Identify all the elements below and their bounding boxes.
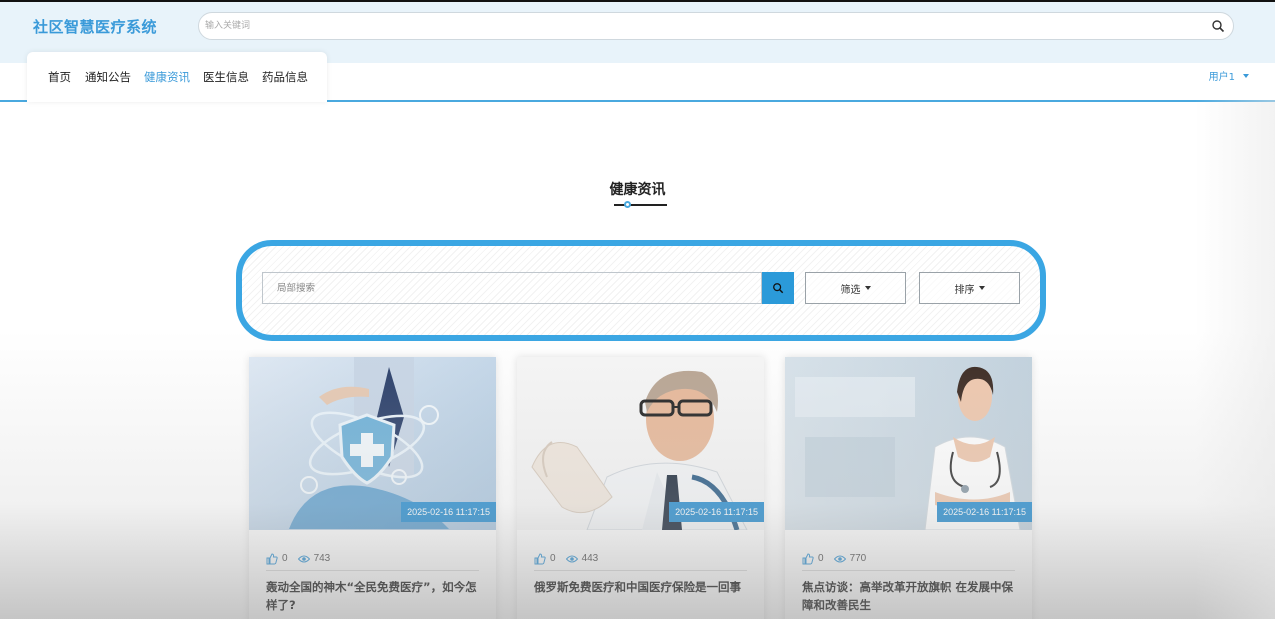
- nav-item-notices[interactable]: 通知公告: [85, 69, 131, 85]
- news-image[interactable]: 2025-02-16 11:17:15: [249, 357, 496, 530]
- sort-label: 排序: [954, 284, 975, 296]
- title-underline: [614, 204, 667, 206]
- filter-panel: 筛选 排序: [236, 240, 1046, 341]
- date-badge: 2025-02-16 11:17:15: [401, 502, 496, 522]
- user-name: 用户1: [1208, 72, 1235, 83]
- thumbs-up-icon[interactable]: [802, 552, 814, 565]
- like-count: 0: [818, 553, 824, 564]
- news-title[interactable]: 俄罗斯免费医疗和中国医疗保险是一回事: [534, 578, 747, 596]
- chevron-down-icon: [864, 286, 871, 290]
- local-search-input[interactable]: [262, 272, 762, 304]
- global-search: [198, 12, 1234, 40]
- local-search-button[interactable]: [762, 272, 794, 304]
- chevron-down-icon: [978, 286, 985, 290]
- global-search-input[interactable]: [199, 13, 1199, 39]
- nav-item-doctors[interactable]: 医生信息: [203, 69, 249, 85]
- sort-dropdown[interactable]: 排序: [919, 272, 1020, 304]
- nav-item-medicines[interactable]: 药品信息: [262, 69, 308, 85]
- date-badge: 2025-02-16 11:17:15: [937, 502, 1032, 522]
- card-meta: 0 743: [266, 547, 479, 571]
- search-icon[interactable]: [1211, 19, 1225, 33]
- user-menu[interactable]: 用户1: [1209, 68, 1249, 83]
- card-meta: 0 770: [802, 547, 1015, 571]
- view-count: 443: [581, 553, 599, 564]
- eye-icon: [565, 555, 578, 562]
- news-image[interactable]: 2025-02-16 11:17:15: [517, 357, 764, 530]
- header: 社区智慧医疗系统 首页 通知公告 健康资讯 医生信息 药品信息 用户1: [0, 2, 1275, 102]
- nav-item-health-news[interactable]: 健康资讯: [144, 69, 190, 85]
- eye-icon: [297, 555, 310, 562]
- filter-dropdown[interactable]: 筛选: [805, 272, 906, 304]
- brand-title[interactable]: 社区智慧医疗系统: [33, 16, 157, 37]
- thumbs-up-icon[interactable]: [266, 552, 278, 565]
- thumbs-up-icon[interactable]: [534, 552, 546, 565]
- card-meta: 0 443: [534, 547, 747, 571]
- nav-item-home[interactable]: 首页: [48, 69, 71, 85]
- view-count: 770: [849, 553, 867, 564]
- news-title[interactable]: 轰动全国的神木“全民免费医疗”，如今怎样了?: [266, 578, 479, 614]
- news-card[interactable]: 2025-02-16 11:17:15 0 743 轰动全国的神木“全民免费医疗…: [249, 357, 496, 619]
- search-icon: [773, 283, 784, 294]
- main-nav: 首页 通知公告 健康资讯 医生信息 药品信息: [27, 52, 327, 102]
- title-dot: [624, 201, 631, 208]
- view-count: 743: [313, 553, 331, 564]
- like-count: 0: [282, 553, 288, 564]
- news-card[interactable]: 2025-02-16 11:17:15 0 443 俄罗斯免费医疗和中国医疗保险…: [517, 357, 764, 619]
- section-title: 健康资讯: [609, 182, 666, 198]
- news-card[interactable]: 2025-02-16 11:17:15 0 770 焦点访谈：高举改革开放旗帜 …: [785, 357, 1032, 619]
- date-badge: 2025-02-16 11:17:15: [669, 502, 764, 522]
- news-title[interactable]: 焦点访谈：高举改革开放旗帜 在发展中保障和改善民生: [802, 578, 1015, 614]
- right-fade-overlay: [1195, 100, 1275, 619]
- chevron-down-icon: [1243, 73, 1249, 78]
- like-count: 0: [550, 553, 556, 564]
- eye-icon: [833, 555, 846, 562]
- filter-label: 筛选: [840, 284, 861, 296]
- news-image[interactable]: 2025-02-16 11:17:15: [785, 357, 1032, 530]
